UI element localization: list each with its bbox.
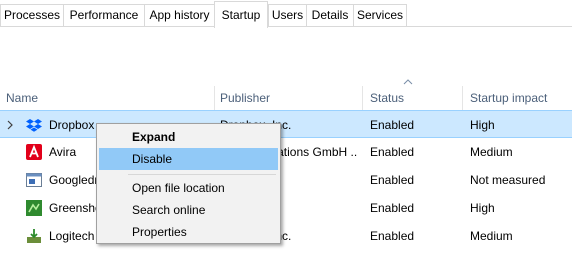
dropbox-icon — [26, 119, 42, 132]
tab-app-history[interactable]: App history — [144, 4, 214, 27]
menu-separator — [128, 174, 276, 175]
column-divider[interactable] — [362, 86, 363, 110]
menu-item-open-file-location[interactable]: Open file location — [99, 177, 278, 199]
row-impact: Medium — [470, 145, 513, 159]
menu-item-search-online[interactable]: Search online — [99, 199, 278, 221]
logitech-icon — [27, 229, 41, 243]
tab-processes[interactable]: Processes — [0, 4, 63, 27]
googledrive-icon — [26, 173, 42, 187]
column-header-startup-impact[interactable]: Startup impact — [470, 88, 570, 108]
tab-startup[interactable]: Startup — [214, 1, 268, 28]
row-impact: High — [470, 118, 495, 132]
tab-services[interactable]: Services — [353, 4, 407, 27]
sort-ascending-icon — [403, 79, 413, 85]
row-status: Enabled — [370, 201, 415, 215]
table-row[interactable]: Dropbox Dropbox, Inc. Enabled High — [0, 110, 572, 138]
row-impact: Medium — [470, 229, 513, 243]
table-row[interactable]: Greenshot Enabled High — [0, 194, 572, 222]
column-header-status[interactable]: Status — [370, 88, 460, 108]
avira-icon — [26, 144, 42, 160]
row-status: Enabled — [370, 173, 415, 187]
chevron-right-icon[interactable] — [6, 119, 14, 131]
row-impact: High — [470, 201, 495, 215]
menu-item-expand[interactable]: Expand — [99, 126, 278, 148]
tab-bar: Processes Performance App history Startu… — [0, 0, 572, 28]
row-status: Enabled — [370, 229, 415, 243]
column-header-publisher[interactable]: Publisher — [220, 88, 360, 108]
greenshot-icon — [26, 200, 42, 216]
table-row[interactable]: Logitech Logitech, Inc. Enabled Medium — [0, 222, 572, 250]
tab-performance[interactable]: Performance — [63, 4, 144, 27]
table-row[interactable]: Avira Avira Operations GmbH ... Enabled … — [0, 138, 572, 166]
column-divider[interactable] — [214, 86, 215, 110]
column-header-name[interactable]: Name — [6, 88, 206, 108]
tab-users[interactable]: Users — [268, 4, 306, 27]
tab-details[interactable]: Details — [306, 4, 353, 27]
menu-item-properties[interactable]: Properties — [99, 221, 278, 243]
row-status: Enabled — [370, 118, 415, 132]
row-status: Enabled — [370, 145, 415, 159]
context-menu: Expand Disable Open file location Search… — [96, 123, 281, 244]
menu-item-disable[interactable]: Disable — [99, 148, 278, 170]
table-row[interactable]: Googledrivesync Enabled Not measured — [0, 166, 572, 194]
row-impact: Not measured — [470, 173, 546, 187]
column-divider[interactable] — [462, 86, 463, 110]
